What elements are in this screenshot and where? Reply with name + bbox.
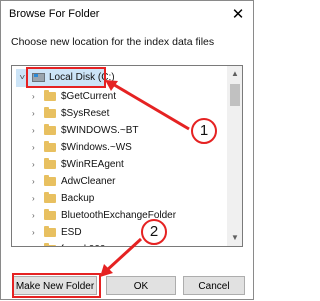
folder-tree[interactable]: ˅ Local Disk (C:) › $GetCurrent › $SysReset… (11, 65, 243, 247)
highlight-box-make-new-folder (12, 273, 101, 298)
tree-item-label: $GetCurrent (61, 91, 117, 102)
folder-icon (44, 141, 56, 152)
folder-icon (44, 158, 56, 169)
cancel-button[interactable]: Cancel (183, 276, 245, 295)
chevron-right-icon[interactable]: › (32, 122, 35, 140)
tree-item-label: AdwCleaner (61, 176, 116, 187)
folder-icon (44, 209, 56, 220)
callout-badge-2: 2 (141, 219, 167, 245)
chevron-right-icon[interactable]: › (32, 190, 35, 208)
scroll-up-icon[interactable]: ▲ (227, 66, 242, 82)
chevron-right-icon[interactable]: › (32, 139, 35, 157)
chevron-down-icon[interactable]: ˅ (19, 69, 25, 87)
instruction-text: Choose new location for the index data f… (11, 36, 215, 48)
chevron-right-icon[interactable]: › (32, 88, 35, 106)
title-bar: Browse For Folder ✕ (1, 1, 253, 29)
tree-item-label: ESD (61, 227, 82, 238)
chevron-right-icon[interactable]: › (32, 173, 35, 191)
ok-button[interactable]: OK (106, 276, 176, 295)
scroll-down-icon[interactable]: ▼ (227, 230, 242, 246)
tree-item-label: $Windows.~WS (61, 142, 132, 153)
close-icon[interactable]: ✕ (227, 4, 249, 26)
folder-icon (44, 124, 56, 135)
tree-item-label: found.000 (61, 241, 106, 246)
tree-item-label: $WinREAgent (61, 159, 124, 170)
browse-for-folder-dialog: Browse For Folder ✕ Choose new location … (0, 0, 254, 300)
scrollbar-thumb[interactable] (230, 84, 240, 106)
tree-item-label: Backup (61, 193, 95, 204)
folder-icon (44, 226, 56, 237)
folder-icon (44, 243, 56, 246)
chevron-right-icon[interactable]: › (32, 207, 35, 225)
highlight-box-root (26, 67, 106, 88)
chevron-right-icon[interactable]: › (32, 241, 35, 246)
tree-scrollbar[interactable]: ▲ ▼ (227, 66, 242, 246)
folder-icon (44, 90, 56, 101)
tree-item-label: $SysReset (61, 108, 110, 119)
window-title: Browse For Folder (9, 8, 100, 20)
folder-icon (44, 107, 56, 118)
chevron-right-icon[interactable]: › (32, 224, 35, 242)
tree-item-label: $WINDOWS.~BT (61, 125, 139, 136)
chevron-right-icon[interactable]: › (32, 156, 35, 174)
chevron-right-icon[interactable]: › (32, 105, 35, 123)
folder-icon (44, 192, 56, 203)
folder-icon (44, 175, 56, 186)
callout-badge-1: 1 (191, 118, 217, 144)
